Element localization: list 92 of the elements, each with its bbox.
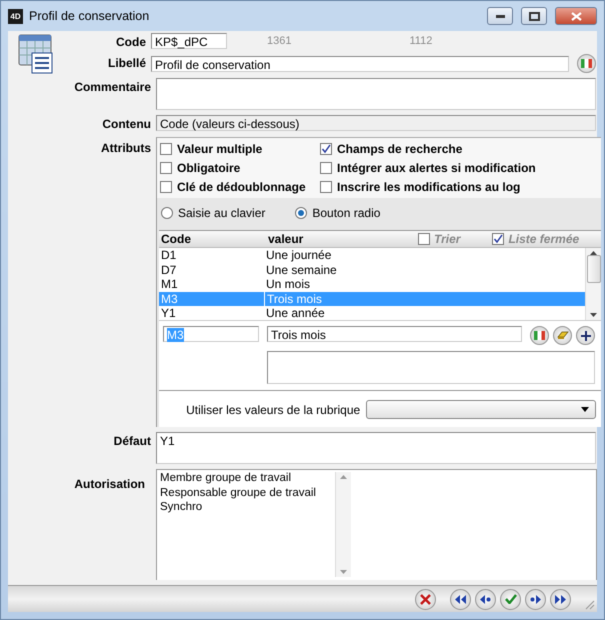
add-button[interactable] — [576, 326, 596, 345]
validate-button[interactable] — [500, 588, 521, 610]
record-number: 1112 — [409, 35, 432, 47]
last-record-button[interactable] — [550, 588, 571, 610]
value-edit-field[interactable]: Trois mois — [267, 326, 522, 342]
commentaire-label: Commentaire — [73, 79, 151, 96]
maximize-icon — [528, 12, 540, 20]
plus-icon — [580, 330, 591, 340]
checkbox[interactable] — [320, 181, 332, 193]
checkbox[interactable] — [160, 181, 172, 193]
checkbox[interactable] — [418, 233, 430, 245]
flag-button[interactable] — [530, 326, 550, 345]
cancel-button[interactable] — [415, 588, 436, 610]
attribute-checkbox-label[interactable]: Clé de dédoublonnage — [160, 180, 320, 194]
code-cell-text: M3 — [160, 292, 179, 306]
attribute-checkbox-label[interactable]: Champs de recherche — [320, 142, 598, 156]
double-right-arrow-icon — [555, 594, 566, 604]
checkbox[interactable] — [320, 143, 332, 155]
code-field[interactable]: KP$_dPC — [151, 33, 227, 49]
attribute-checkbox-label[interactable]: Inscrire les modifications au log — [320, 180, 598, 194]
defaut-label: Défaut — [112, 433, 151, 450]
autorisation-label: Autorisation — [73, 476, 145, 493]
checkbox[interactable] — [160, 143, 172, 155]
table-form-icon — [18, 33, 54, 75]
scroll-down-icon — [340, 570, 347, 574]
flag-icon — [534, 331, 546, 340]
libelle-label: Libellé — [106, 55, 146, 72]
first-record-button[interactable] — [450, 588, 471, 610]
code-cell-text: M1 — [160, 277, 179, 292]
scroll-up-icon — [340, 475, 347, 479]
eraser-icon — [556, 331, 569, 340]
left-arrow-icon — [480, 594, 491, 604]
checkbox[interactable] — [492, 233, 504, 245]
flag-button[interactable] — [577, 54, 596, 73]
note-field[interactable] — [267, 351, 596, 384]
attribute-checkbox-label[interactable]: Valeur multiple — [160, 142, 320, 156]
radio-button[interactable] — [161, 207, 173, 219]
source-field-dropdown[interactable] — [366, 400, 596, 419]
resize-grip-icon[interactable] — [585, 600, 595, 610]
value-cell-text: Un mois — [265, 277, 312, 292]
check-icon — [504, 594, 516, 604]
code-cell-text: Y1 — [160, 306, 177, 320]
record-number: 1361 — [267, 35, 292, 47]
minimize-button[interactable] — [487, 7, 513, 25]
authorization-item[interactable]: Responsable groupe de travail — [160, 486, 332, 501]
check-icon — [321, 144, 331, 154]
input-mode-radio[interactable]: Bouton radio — [295, 206, 380, 220]
list-row[interactable]: Y1 Une année — [159, 306, 586, 320]
close-button[interactable] — [555, 7, 597, 25]
column-header: valeur — [267, 232, 304, 246]
commentaire-field[interactable] — [156, 78, 596, 110]
list-row[interactable]: D1 Une journée — [159, 248, 586, 262]
maximize-button[interactable] — [521, 7, 547, 25]
value-cell-text: Une semaine — [265, 262, 338, 277]
input-mode-radio[interactable]: Saisie au clavier — [161, 206, 266, 220]
checkbox[interactable] — [320, 162, 332, 174]
checkbox[interactable] — [160, 162, 172, 174]
flag-icon — [581, 59, 592, 68]
dropdown-arrow-icon — [581, 407, 590, 412]
contenu-field: Code (valeurs ci-dessous) — [156, 115, 596, 131]
contenu-label: Contenu — [101, 116, 151, 131]
column-header: Code — [160, 232, 192, 246]
list-row[interactable]: D7 Une semaine — [159, 262, 586, 277]
minimize-icon — [496, 14, 504, 18]
next-record-button[interactable] — [525, 588, 546, 610]
cross-icon — [420, 594, 431, 604]
check-icon — [493, 234, 504, 244]
code-label: Code — [115, 34, 146, 49]
eraser-button[interactable] — [553, 326, 572, 345]
attribute-checkbox-label[interactable]: Intégrer aux alertes si modification — [320, 161, 598, 175]
app-logo: 4D — [8, 8, 23, 24]
attribute-checkbox-label[interactable]: Obligatoire — [160, 161, 320, 175]
authorization-item[interactable]: Membre groupe de travail — [160, 472, 332, 486]
attributs-label: Attributs — [100, 140, 151, 157]
value-cell-text: Une année — [265, 306, 326, 320]
value-cell-text: Une journée — [265, 248, 332, 262]
authorization-item[interactable]: Synchro — [160, 501, 332, 516]
double-left-arrow-icon — [455, 594, 466, 604]
scrollbar[interactable] — [335, 472, 351, 577]
window-title: Profil de conservation — [29, 9, 150, 23]
list-row[interactable]: M1 Un mois — [159, 277, 586, 292]
libelle-field[interactable]: Profil de conservation — [151, 56, 569, 72]
previous-record-button[interactable] — [475, 588, 496, 610]
defaut-field[interactable]: Y1 — [156, 432, 596, 464]
close-icon — [570, 12, 582, 20]
code-cell-text: D7 — [160, 262, 178, 277]
scroll-down-icon — [590, 313, 598, 317]
radio-button[interactable] — [295, 207, 308, 219]
code-cell-text: D1 — [160, 248, 178, 262]
scrollbar[interactable] — [585, 248, 602, 320]
source-field-label: Utiliser les valeurs de la rubrique — [186, 402, 360, 416]
right-arrow-icon — [530, 594, 541, 604]
